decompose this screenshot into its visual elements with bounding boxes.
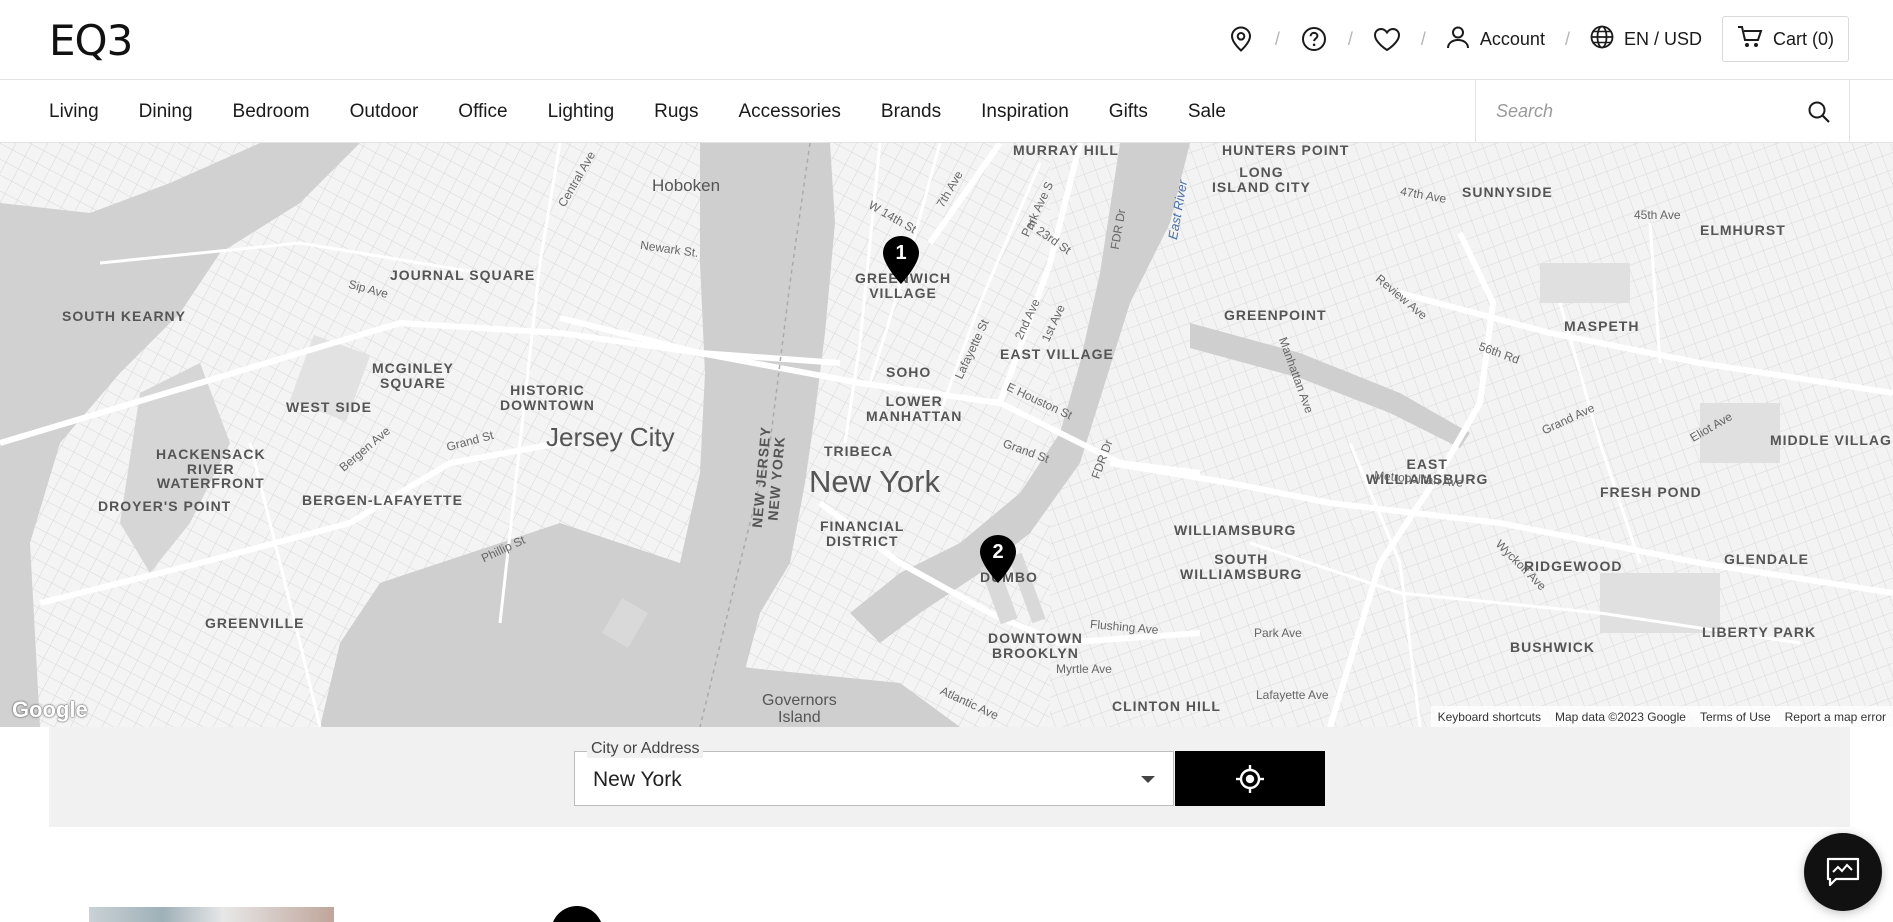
cart-label: Cart (0) [1772,28,1834,49]
store-pin-2[interactable]: 2 [979,534,1017,584]
map-label-financial-district: FINANCIAL DISTRICT [820,518,905,549]
map-label-murray-hill: MURRAY HILL [1013,143,1119,158]
street-label: 45th Ave [1634,208,1681,222]
city-address-select[interactable]: City or Address New York [574,740,1174,806]
map-label-williamsburg: WILLIAMSBURG [1174,522,1297,538]
search-input[interactable] [1476,101,1786,122]
separator: / [1564,28,1570,49]
cart-button[interactable]: Cart (0) [1721,16,1849,62]
account-label: Account [1479,28,1545,49]
keyboard-shortcuts-link[interactable]: Keyboard shortcuts [1431,710,1548,724]
map-label-west-side: WEST SIDE [286,399,373,415]
globe-icon [1590,25,1614,54]
map-label-south-kearny: SOUTH KEARNY [62,308,187,324]
map-label-soho: SOHO [886,364,932,380]
map-label-fresh-pond: FRESH POND [1600,484,1702,500]
map-label-long-island-city: LONG ISLAND CITY [1212,164,1311,195]
map-label-glendale: GLENDALE [1724,551,1809,567]
map-label-governors-island: Governors Island [762,692,837,726]
map-label-historic-downtown: HISTORIC DOWNTOWN [500,382,595,413]
map-label-mcginley-square: MCGINLEY SQUARE [372,360,454,391]
map-label-downtown-brooklyn: DOWNTOWN BROOKLYN [988,630,1083,661]
google-logo[interactable]: Google [12,697,88,723]
separator: / [1274,28,1280,49]
map-label-hoboken: Hoboken [652,176,721,195]
map-base-layer [0,143,1893,727]
map-label-tribeca: TRIBECA [824,443,894,459]
cart-icon [1737,25,1763,54]
map-label-east-village: EAST VILLAGE [1000,346,1114,362]
nav-item-rugs[interactable]: Rugs [654,101,698,123]
street-label: Lafayette Ave [1256,688,1329,702]
pin-number: 2 [992,541,1004,563]
search-box [1475,80,1850,143]
category-nav: Living Dining Bedroom Outdoor Office Lig… [0,80,1893,143]
heart-icon[interactable] [1373,25,1401,53]
location-pin-icon[interactable] [1227,25,1255,53]
report-map-error-link[interactable]: Report a map error [1778,710,1893,724]
pin-number: 1 [895,242,907,264]
map-label-lower-manhattan: LOWER MANHATTAN [866,393,963,424]
map-label-new-york: New York [809,464,940,499]
nav-item-outdoor[interactable]: Outdoor [350,101,419,123]
chevron-down-icon [1141,776,1155,783]
city-address-label: City or Address [587,740,704,758]
map-label-ridgewood: RIDGEWOOD [1524,558,1623,574]
use-my-location-button[interactable] [1175,751,1325,806]
help-icon[interactable] [1300,25,1328,53]
store-number-badge [551,906,603,922]
separator: / [1347,28,1353,49]
map-label-bergen-lafayette: BERGEN-LAFAYETTE [302,492,463,508]
map-label-south-williamsburg: SOUTH WILLIAMSBURG [1180,551,1303,582]
crosshair-icon [1236,764,1264,793]
top-header: EQ3 / / / Account / EN / USD Cart (0) [0,0,1893,80]
store-image-thumbnail [89,907,334,922]
map-label-hunters-point: HUNTERS POINT [1222,143,1350,158]
separator: / [1420,28,1426,49]
map-label-droyers-point: DROYER'S POINT [98,498,232,514]
search-icon[interactable] [1807,100,1831,129]
nav-item-lighting[interactable]: Lighting [548,101,615,123]
map-data-credit: Map data ©2023 Google [1555,709,1686,724]
chat-button[interactable] [1804,833,1882,911]
nav-item-inspiration[interactable]: Inspiration [981,101,1069,123]
nav-item-brands[interactable]: Brands [881,101,941,123]
nav-item-sale[interactable]: Sale [1188,101,1226,123]
map-label-bushwick: BUSHWICK [1510,639,1595,655]
nav-item-living[interactable]: Living [49,101,99,123]
map-attribution: Keyboard shortcuts Map data ©2023 Google… [1430,706,1893,727]
store-pin-1[interactable]: 1 [882,235,920,285]
nav-item-dining[interactable]: Dining [139,101,193,123]
nav-item-gifts[interactable]: Gifts [1109,101,1148,123]
map-label-middle-village: MIDDLE VILLAG [1770,432,1892,448]
map-label-elmhurst: ELMHURST [1700,222,1786,238]
user-icon [1446,25,1470,54]
street-label: Myrtle Ave [1056,662,1112,676]
map-label-sunnyside: SUNNYSIDE [1462,184,1553,200]
street-label: Park Ave [1254,626,1302,640]
store-map[interactable]: Hoboken JOURNAL SQUARE SOUTH KEARNY MCGI… [0,143,1893,727]
locale-selector[interactable]: EN / USD [1590,25,1702,54]
map-label-journal-square: JOURNAL SQUARE [390,267,536,283]
chat-icon [1826,857,1860,887]
map-label-hackensack-river: HACKENSACK RIVER WATERFRONT [156,446,266,492]
nav-item-bedroom[interactable]: Bedroom [233,101,310,123]
map-label-maspeth: MASPETH [1564,318,1640,334]
map-label-clinton-hill: CLINTON HILL [1112,698,1221,714]
locale-label: EN / USD [1623,28,1702,49]
map-label-liberty-park: LIBERTY PARK [1702,624,1817,640]
utility-nav: / / / Account / EN / USD Cart (0) [1227,16,1849,62]
nav-item-office[interactable]: Office [458,101,507,123]
map-label-jersey-city: Jersey City [546,422,675,452]
account-link[interactable]: Account [1446,25,1545,54]
terms-of-use-link[interactable]: Terms of Use [1693,710,1778,724]
nav-item-accessories[interactable]: Accessories [739,101,841,123]
map-label-greenville: GREENVILLE [205,615,305,631]
map-label-greenpoint: GREENPOINT [1224,307,1327,323]
store-locator-bar: City or Address New York [49,727,1850,827]
eq3-logo[interactable]: EQ3 [49,16,133,65]
city-address-value: New York [593,768,682,791]
